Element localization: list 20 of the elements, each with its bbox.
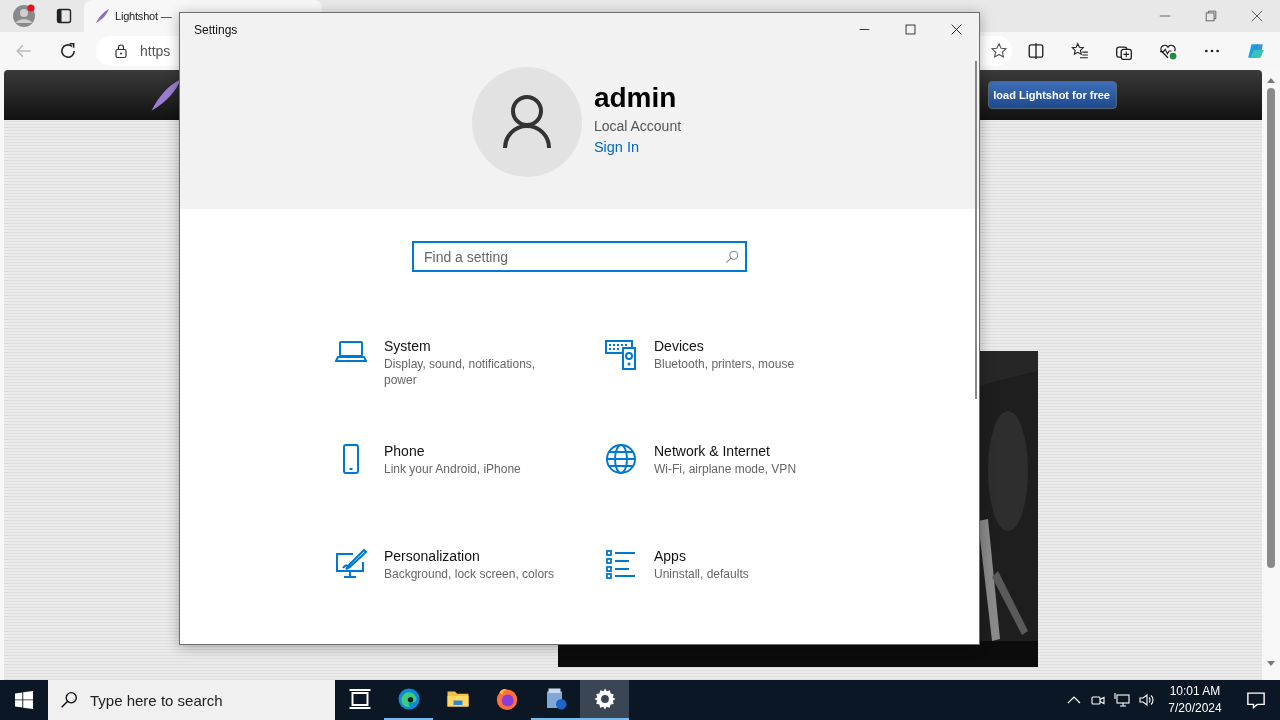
category-title: Apps <box>654 547 687 566</box>
category-description: Background, lock screen, colors <box>384 566 556 582</box>
category-title: Network & Internet <box>654 442 771 461</box>
category-description: Bluetooth, printers, mouse <box>654 356 796 372</box>
account-name: admin <box>593 81 677 115</box>
category-description: Uninstall, defaults <box>654 566 750 582</box>
address-text: https <box>140 43 171 59</box>
category-description: Display, sound, notifications, power <box>384 356 537 388</box>
search-placeholder: Type here to search <box>90 691 223 709</box>
category-description: Link your Android, iPhone <box>384 461 522 477</box>
category-title: Phone <box>384 442 426 461</box>
account-type: Local Account <box>593 117 682 136</box>
category-title: Devices <box>654 337 705 356</box>
category-title: System <box>384 337 432 356</box>
tab-title: Lightshot — <box>115 10 172 22</box>
category-description: Wi-Fi, airplane mode, VPN <box>654 461 798 477</box>
clock-time: 10:01 AM <box>1169 683 1221 700</box>
window-title: Settings <box>194 22 238 37</box>
clock-date: 7/20/2024 <box>1168 700 1222 717</box>
category-title: Personalization <box>384 547 481 566</box>
